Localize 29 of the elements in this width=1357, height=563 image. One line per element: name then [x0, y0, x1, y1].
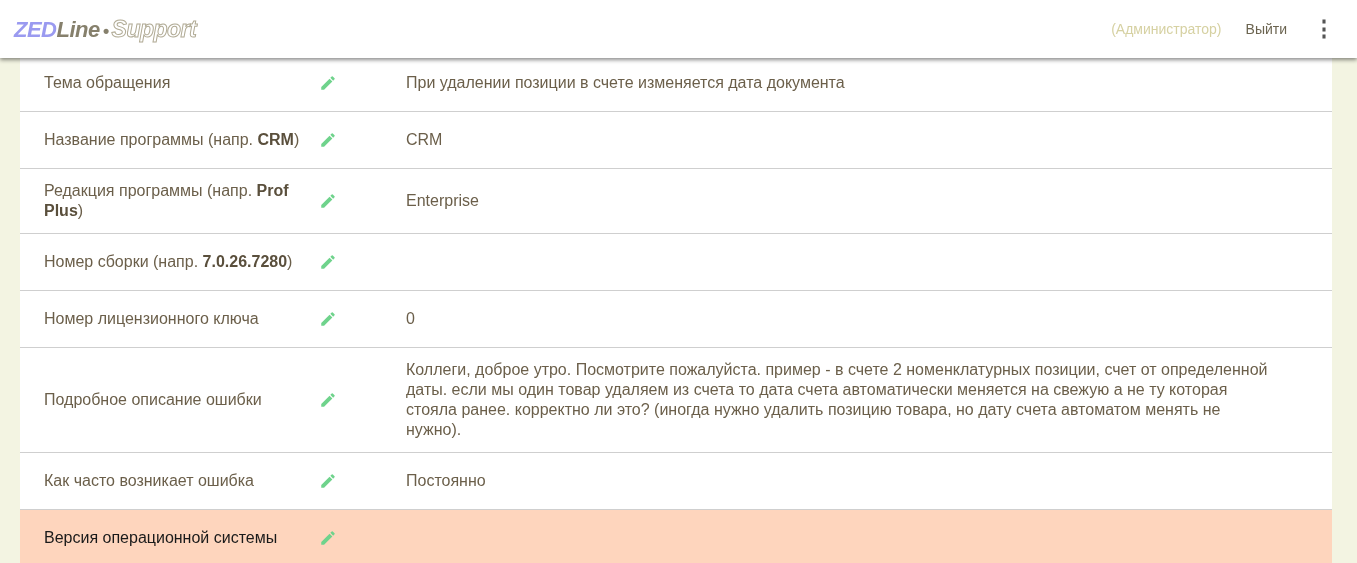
- field-value: Постоянно: [406, 471, 487, 491]
- logo-text: ZED: [14, 16, 57, 43]
- field-value: При удалении позиции в счете изменяется дата документа: [406, 73, 846, 93]
- field-value: Коллеги, доброе утро. Посмотрите пожалуйста. пример - в счете 2 номенклатурных позиции, счет от определенной даты. если мы один товар удаляем из счета то дата счета автоматически меняется на свежую а не ту которая стояла ранее. корректно ли это? (иногда нужно удалить позицию товара, но дату счета автоматом менять не нужно).: [406, 360, 1268, 440]
- field-value: 0: [406, 309, 416, 329]
- edit-icon[interactable]: [319, 472, 337, 490]
- logo-separator: •: [102, 20, 109, 42]
- field-label: Как часто возникает ошибка: [44, 471, 255, 491]
- logo-text: Line: [56, 16, 100, 43]
- edit-icon[interactable]: [319, 131, 337, 149]
- logo-product: Support: [111, 15, 197, 43]
- edit-icon[interactable]: [319, 74, 337, 92]
- edit-icon[interactable]: [319, 310, 337, 328]
- field-label: Название программы (напр. CRM): [44, 130, 301, 150]
- edit-icon[interactable]: [319, 529, 337, 547]
- logout-link[interactable]: Выйти: [1245, 21, 1287, 37]
- field-value: Enterprise: [406, 191, 480, 211]
- field-label: Редакция программы (напр. Prof Plus): [44, 181, 290, 221]
- field-value: CRM: [406, 130, 444, 150]
- field-label: Версия операционной системы: [44, 528, 279, 548]
- user-role: (Администратор): [1111, 21, 1222, 37]
- edit-icon[interactable]: [319, 253, 337, 271]
- field-label: Тема обращения: [44, 73, 172, 93]
- menu-button[interactable]: ⋮: [1313, 16, 1335, 42]
- field-label: Номер сборки (напр. 7.0.26.7280): [44, 252, 294, 272]
- field-label: Подробное описание ошибки: [44, 390, 263, 410]
- field-label: Номер лицензионного ключа: [44, 309, 260, 329]
- edit-icon[interactable]: [319, 192, 337, 210]
- edit-icon[interactable]: [319, 391, 337, 409]
